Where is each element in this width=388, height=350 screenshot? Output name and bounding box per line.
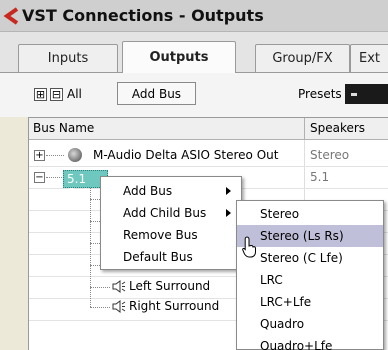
column-header-bus-name[interactable]: Bus Name	[29, 118, 305, 140]
presets-dropdown[interactable]	[345, 84, 388, 104]
cubase-logo-icon	[3, 7, 19, 25]
menu-item-label: Stereo (Ls Rs)	[260, 229, 344, 243]
column-header-speakers[interactable]: Speakers	[305, 118, 388, 140]
presets-label: Presets	[298, 87, 342, 101]
row-separator	[29, 166, 388, 167]
menu-item-label: LRC+Lfe	[260, 295, 312, 309]
submenu-item-lrc[interactable]: LRC	[237, 269, 383, 291]
all-label: All	[67, 87, 82, 101]
submenu-arrow-icon	[226, 209, 231, 217]
presets-value-mark	[351, 93, 357, 96]
expand-icon[interactable]: +	[34, 150, 45, 161]
collapse-icon[interactable]: −	[34, 172, 45, 183]
submenu-item-stereo-c-lfe[interactable]: Stereo (C Lfe)	[237, 247, 383, 269]
menu-item-label: Default Bus	[123, 250, 193, 264]
menu-item-add-bus[interactable]: Add Bus	[101, 180, 241, 202]
submenu-item-stereo-ls-rs[interactable]: Stereo (Ls Rs)	[237, 225, 383, 247]
submenu-arrow-icon	[226, 187, 231, 195]
expand-all-icon[interactable]: ⊞	[34, 88, 47, 101]
bus-name[interactable]: M-Audio Delta ASIO Stereo Out	[93, 148, 278, 162]
tree-connector	[46, 177, 62, 178]
speaker-config[interactable]: 5.1	[310, 170, 329, 184]
tree-connector	[90, 287, 110, 288]
menu-item-label: Remove Bus	[123, 228, 198, 242]
submenu-item-stereo[interactable]: Stereo	[237, 203, 383, 225]
hand-cursor-icon	[242, 236, 256, 258]
add-bus-button[interactable]: Add Bus	[117, 82, 196, 105]
bus-name[interactable]: Right Surround	[129, 299, 219, 313]
tab-ext[interactable]: Ext	[350, 44, 388, 72]
tree-connector	[46, 155, 64, 156]
audio-device-icon	[68, 148, 82, 162]
window-title: VST Connections - Outputs	[22, 6, 264, 25]
menu-item-label: Add Child Bus	[123, 206, 207, 220]
menu-item-label: LRC	[260, 273, 283, 287]
tab-outputs[interactable]: Outputs	[122, 41, 236, 73]
speaker-icon	[112, 300, 126, 313]
bus-name[interactable]: Left Surround	[129, 279, 210, 293]
speaker-config[interactable]: Stereo	[310, 148, 349, 162]
menu-item-remove-bus[interactable]: Remove Bus	[101, 224, 241, 246]
submenu-item-quadro[interactable]: Quadro	[237, 313, 383, 335]
tree-connector	[90, 188, 91, 307]
speaker-icon	[112, 280, 126, 293]
submenu-item-quadro-lfe[interactable]: Quadro+Lfe	[237, 335, 383, 350]
menu-item-add-child-bus[interactable]: Add Child Bus	[101, 202, 241, 224]
tab-inputs[interactable]: Inputs	[18, 44, 118, 72]
tab-group-fx[interactable]: Group/FX	[255, 44, 350, 72]
collapse-all-icon[interactable]: ⊟	[50, 88, 63, 101]
menu-item-label: Stereo (C Lfe)	[260, 251, 343, 265]
menu-item-label: Add Bus	[123, 184, 173, 198]
menu-item-label: Quadro	[260, 317, 305, 331]
menu-item-default-bus[interactable]: Default Bus	[101, 246, 241, 268]
tree-connector	[90, 307, 110, 308]
menu-item-label: Stereo	[260, 207, 300, 221]
submenu-item-lrc-lfe[interactable]: LRC+Lfe	[237, 291, 383, 313]
menu-item-label: Quadro+Lfe	[260, 339, 333, 350]
